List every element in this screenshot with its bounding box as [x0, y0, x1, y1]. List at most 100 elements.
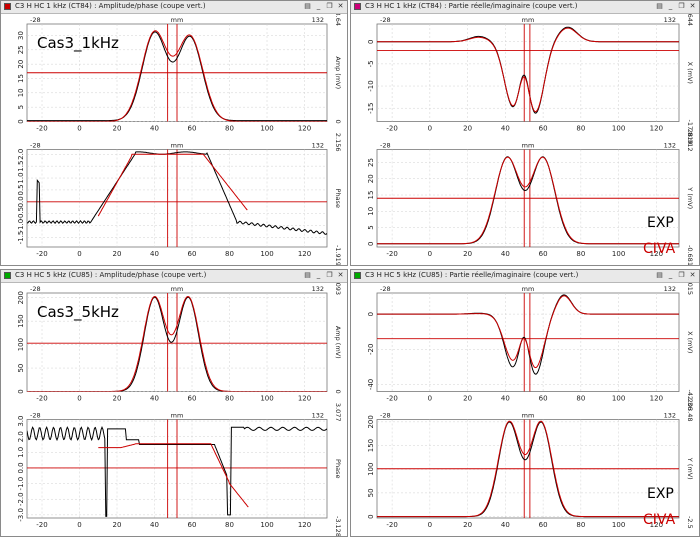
case-label: Cas3_5kHz: [37, 303, 119, 322]
x-tick-label: 100: [260, 521, 273, 529]
y-tick-label: 50: [367, 488, 375, 497]
y-tick-label: 0: [367, 514, 375, 518]
y-range-min: -3.128: [334, 516, 342, 536]
x-tick-label: -20: [36, 125, 47, 133]
y-tick-label: 0.0: [17, 196, 25, 207]
plot-area[interactable]: -20 0 20 40 60 80 100 120-28 132mm0-5-10-153.644…: [351, 14, 699, 265]
x-tick-label: 20: [113, 395, 122, 403]
y-tick-label: 0: [367, 312, 375, 316]
plot-top[interactable]: -20 0 20 40 60 80 100 120 -28 132 mm 30 25 20 15 10 5 0 33…: [17, 14, 342, 133]
close-icon[interactable]: ✕: [688, 2, 697, 11]
legend-civa: CIVA: [643, 512, 676, 528]
plot-area[interactable]: -20 0 20 40 60 80 100 120 -28 132 mm 30 25 20 15 10 5 0 33…: [1, 14, 347, 265]
y-tick-label: -40: [367, 379, 375, 390]
restore-icon[interactable]: ❐: [677, 271, 686, 280]
minimize-icon[interactable]: _: [314, 2, 323, 11]
y-range-max: 11.015: [686, 283, 694, 295]
titlebar[interactable]: C3 H HC 1 kHz (CT84) : Partie réelle/ima…: [351, 1, 699, 14]
x-tick-label: 80: [225, 125, 234, 133]
y-tick-label: -0.5: [17, 207, 25, 221]
titlebar[interactable]: C3 H HC 5 kHz (CU85) : Amplitude/phase (…: [1, 270, 347, 283]
x-tick-label: 120: [650, 125, 663, 133]
x-tick-label: 60: [539, 395, 548, 403]
x-tick-label: 80: [225, 395, 234, 403]
y-tick-label: 0.0: [17, 462, 25, 473]
y-tick-label: -20: [367, 344, 375, 355]
x-tick-label: 100: [260, 125, 273, 133]
x-range-max: 132: [312, 16, 324, 24]
restore-icon[interactable]: ❐: [677, 2, 686, 11]
x-tick-label: 60: [188, 521, 197, 529]
x-range-min: -28: [380, 285, 391, 293]
y-tick-label: 0.5: [17, 184, 25, 195]
window-icon: [354, 272, 361, 279]
restore-icon[interactable]: ❐: [325, 271, 334, 280]
x-tick-label: 120: [650, 395, 663, 403]
plot-frame: [376, 23, 680, 122]
x-tick-label: 20: [463, 395, 472, 403]
x-range-max: 132: [664, 16, 676, 24]
minimize-icon[interactable]: _: [666, 2, 675, 11]
window-5khz-amp-phase[interactable]: C3 H HC 5 kHz (CU85) : Amplitude/phase (…: [0, 269, 348, 537]
close-icon[interactable]: ✕: [336, 2, 345, 11]
x-tick-label: 100: [260, 250, 273, 258]
x-unit: mm: [171, 285, 184, 293]
x-range-min: -28: [380, 16, 391, 24]
window-1khz-amp-phase[interactable]: C3 H HC 1 kHz (CT84) : Amplitude/phase (…: [0, 0, 348, 266]
minimize-icon[interactable]: _: [314, 271, 323, 280]
y-range-min: 0: [334, 390, 342, 394]
plot-top[interactable]: -20 0 20 40 60 80 100 120-28 132mm0-20-4011.015-…: [367, 283, 694, 410]
menu-icon[interactable]: ▤: [303, 2, 312, 11]
window-5khz-real-imag[interactable]: C3 H HC 5 kHz (CU85) : Partie réelle/ima…: [350, 269, 700, 537]
y-axis-label: Amp (mV): [334, 56, 342, 89]
legend-civa: CIVA: [643, 241, 676, 257]
plot-area[interactable]: -20020406080100120-28132mm20015010050020…: [1, 283, 347, 536]
x-range-max: 132: [312, 412, 324, 420]
y-tick-label: 0: [17, 389, 25, 393]
y-range-max: 33.64: [334, 14, 342, 26]
window-1khz-real-imag[interactable]: C3 H HC 1 kHz (CT84) : Partie réelle/ima…: [350, 0, 700, 266]
menu-icon[interactable]: ▤: [655, 2, 664, 11]
plot-bottom[interactable]: -20 0 20 40 60 80 100 120 -28 132 mm 2.01.51.00.50.…: [17, 133, 342, 265]
x-tick-label: 80: [576, 521, 585, 529]
plot-area[interactable]: -20 0 20 40 60 80 100 120 -28 132 mm 0 -20 -40 11.015 -…: [351, 283, 699, 536]
x-range-min: -28: [30, 16, 41, 24]
menu-icon[interactable]: ▤: [303, 271, 312, 280]
x-tick-label: 120: [298, 250, 311, 258]
y-tick-label: -10: [367, 80, 375, 91]
x-tick-label: 80: [576, 250, 585, 258]
x-tick-label: 60: [188, 125, 197, 133]
window-icon: [4, 3, 11, 10]
y-tick-label: 0: [17, 119, 25, 123]
plot-top[interactable]: -20 0 20 40 60 80 100 120 -28 132 mm 200 150 100 50 0 20…: [17, 283, 342, 403]
x-tick-label: 0: [428, 521, 432, 529]
restore-icon[interactable]: ❐: [325, 2, 334, 11]
x-tick-label: 0: [428, 125, 432, 133]
close-icon[interactable]: ✕: [688, 271, 697, 280]
legend-exp: EXP: [647, 215, 674, 231]
titlebar[interactable]: C3 H HC 5 kHz (CU85) : Partie réelle/ima…: [351, 270, 699, 283]
close-icon[interactable]: ✕: [336, 271, 345, 280]
y-tick-label: 50: [17, 364, 25, 373]
y-range-max: 207.093: [334, 283, 342, 295]
titlebar[interactable]: C3 H HC 1 kHz (CT84) : Amplitude/phase (…: [1, 1, 347, 14]
x-tick-label: 0: [77, 521, 81, 529]
menu-icon[interactable]: ▤: [655, 271, 664, 280]
y-axis-label: Phase: [334, 189, 342, 208]
plot-top[interactable]: -20 0 20 40 60 80 100 120 -28 132 mm 0 -5 -10 -15 3.644…: [367, 14, 694, 145]
x-tick-label: 80: [576, 125, 585, 133]
y-range-min: 0: [334, 120, 342, 124]
y-tick-label: 20: [367, 174, 375, 183]
x-tick-label: 20: [463, 250, 472, 258]
y-tick-label: 5: [17, 105, 25, 109]
x-range-max: 132: [664, 142, 676, 150]
x-tick-label: 40: [501, 125, 510, 133]
plot-bottom[interactable]: -20 0 20 40 60 80 100 120 -28 132 mm 3.0 2.0 1.0 0.0 -1…: [17, 403, 342, 536]
x-range-max: 132: [312, 142, 324, 150]
x-range-max: 132: [312, 285, 324, 293]
y-tick-label: 25: [17, 45, 25, 54]
minimize-icon[interactable]: _: [666, 271, 675, 280]
y-tick-label: 0: [367, 242, 375, 246]
y-range-min: -0.681: [686, 245, 694, 265]
plot-bottom[interactable]: -20 0 20 40 60 80 100 120-28 132mm20015010050020…: [367, 399, 694, 529]
